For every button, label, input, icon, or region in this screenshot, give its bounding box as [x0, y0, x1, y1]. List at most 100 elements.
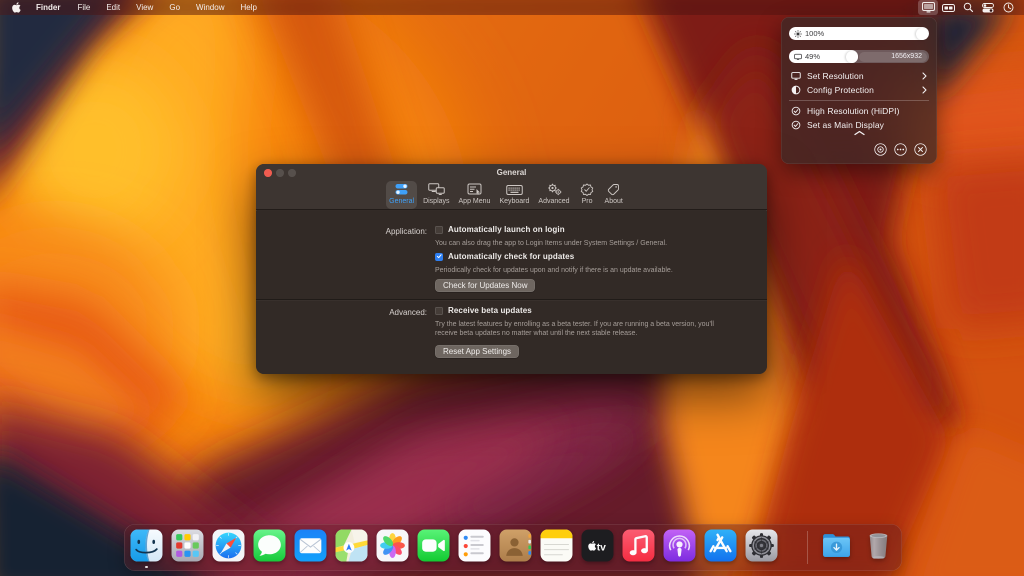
- launch-on-login-row[interactable]: Automatically launch on login: [435, 225, 565, 234]
- chevron-right-icon: [922, 86, 927, 94]
- settings-content: Application: Automatically launch on log…: [256, 211, 767, 374]
- more-button[interactable]: [894, 143, 907, 156]
- chevron-right-icon: [922, 72, 927, 80]
- status-dummy-display-icon[interactable]: [938, 0, 958, 15]
- display-icon: [791, 72, 801, 80]
- panel-separator: [789, 99, 929, 101]
- checkbox-unchecked[interactable]: [435, 225, 443, 234]
- apple-menu[interactable]: [5, 2, 27, 13]
- status-control-center-icon[interactable]: [978, 0, 998, 15]
- menu-item-high-resolution[interactable]: High Resolution (HiDPI): [789, 104, 929, 118]
- gears-icon: [545, 183, 562, 196]
- beta-updates-row[interactable]: Receive beta updates: [435, 306, 532, 315]
- display-menu-panel: 100% 49% 1656x932 Set Resolution Config …: [781, 17, 937, 164]
- menubar-item-view[interactable]: View: [128, 3, 161, 12]
- dock-icon-music[interactable]: [622, 529, 655, 562]
- tab-label: Displays: [423, 197, 450, 205]
- dock-icon-launchpad[interactable]: [171, 529, 204, 562]
- dock-icon-trash[interactable]: [862, 529, 895, 562]
- reset-settings-button[interactable]: Reset App Settings: [435, 345, 520, 358]
- tab-label: Advanced: [538, 197, 570, 205]
- menubar-item-file[interactable]: File: [69, 3, 98, 12]
- menu-item-label: Set as Main Display: [807, 120, 885, 130]
- tab-app-menu[interactable]: App Menu: [456, 181, 494, 209]
- dock-icon-contacts[interactable]: [499, 529, 532, 562]
- beta-note: Try the latest features by enrolling as …: [435, 321, 714, 337]
- menu-item-label: High Resolution (HiDPI): [807, 106, 900, 116]
- menubar-item-window[interactable]: Window: [188, 3, 232, 12]
- status-spotlight-icon[interactable]: [958, 0, 978, 15]
- resolution-scale-value: 49%: [805, 52, 821, 61]
- shield-icon: [791, 85, 801, 95]
- apple-icon: [11, 2, 21, 13]
- panel-footer: [874, 143, 927, 156]
- settings-window: General General Displays App Menu Keyboa…: [256, 164, 767, 374]
- launch-note: You can also drag the app to Login Items…: [435, 240, 668, 247]
- tab-keyboard[interactable]: Keyboard: [496, 181, 532, 209]
- dock: tv: [124, 524, 902, 571]
- brightness-icon: [794, 29, 802, 38]
- dock-icon-podcasts[interactable]: [663, 529, 696, 562]
- slider-knob[interactable]: [846, 50, 858, 63]
- dock-separator: [807, 531, 808, 564]
- dock-icon-photos[interactable]: [376, 529, 409, 562]
- tab-pro[interactable]: Pro: [576, 181, 599, 209]
- tag-icon: [605, 183, 622, 196]
- dock-icon-downloads[interactable]: [820, 529, 853, 562]
- menu-item-label: Config Protection: [807, 85, 874, 95]
- menu-bar: Finder File Edit View Go Window Help: [0, 0, 1024, 15]
- dock-icon-app-store[interactable]: [704, 529, 737, 562]
- check-updates-button[interactable]: Check for Updates Now: [435, 279, 536, 292]
- tab-label: About: [604, 197, 623, 205]
- application-section-label: Application:: [385, 227, 427, 236]
- dock-icon-tv[interactable]: tv: [581, 529, 614, 562]
- tab-general[interactable]: General: [386, 181, 418, 209]
- tab-about[interactable]: About: [602, 181, 626, 209]
- menu-item-config-protection[interactable]: Config Protection: [789, 83, 929, 97]
- tab-advanced[interactable]: Advanced: [535, 181, 572, 209]
- desktop: Finder File Edit View Go Window Help 100…: [0, 0, 1024, 576]
- title-bar[interactable]: General General Displays App Menu Keyboa…: [256, 164, 767, 210]
- check-circle-icon: [791, 106, 801, 116]
- advanced-section-label: Advanced:: [389, 308, 427, 317]
- seal-check-icon: [579, 183, 596, 196]
- menu-item-label: Set Resolution: [807, 71, 864, 81]
- status-clock-icon[interactable]: [998, 0, 1018, 15]
- brightness-value: 100%: [805, 29, 825, 38]
- dock-icon-system-settings[interactable]: [745, 529, 778, 562]
- dock-icon-mail[interactable]: [294, 529, 327, 562]
- menubar-app-name[interactable]: Finder: [27, 3, 69, 12]
- finder-running-indicator: [145, 565, 148, 568]
- toolbar-tabs: General Displays App Menu Keyboard Advan…: [256, 181, 767, 209]
- tab-label: App Menu: [458, 197, 491, 205]
- check-circle-icon: [791, 120, 801, 130]
- display-icon: [794, 53, 802, 60]
- displays-icon: [428, 183, 445, 196]
- dock-icon-safari[interactable]: [212, 529, 245, 562]
- dock-icon-reminders[interactable]: [458, 529, 491, 562]
- collapse-button[interactable]: [781, 130, 937, 136]
- section-separator: [256, 299, 767, 300]
- tab-displays[interactable]: Displays: [420, 181, 452, 209]
- resolution-slider[interactable]: 49% 1656x932: [789, 50, 929, 63]
- status-display-icon[interactable]: [918, 0, 938, 15]
- tab-label: Keyboard: [499, 197, 530, 205]
- menubar-item-help[interactable]: Help: [232, 3, 264, 12]
- dock-icon-notes[interactable]: [540, 529, 573, 562]
- record-button[interactable]: [874, 143, 887, 156]
- slider-knob[interactable]: [916, 27, 928, 40]
- menubar-item-go[interactable]: Go: [161, 3, 188, 12]
- menubar-item-edit[interactable]: Edit: [98, 3, 128, 12]
- dock-icon-maps[interactable]: [335, 529, 368, 562]
- close-button[interactable]: [914, 143, 927, 156]
- checkbox-unchecked[interactable]: [435, 306, 443, 315]
- menu-item-set-resolution[interactable]: Set Resolution: [789, 69, 929, 83]
- dock-icon-facetime[interactable]: [417, 529, 450, 562]
- brightness-slider[interactable]: 100%: [789, 27, 929, 40]
- keyboard-icon: [506, 183, 523, 196]
- checkbox-checked[interactable]: [435, 252, 443, 261]
- dock-icon-finder[interactable]: [130, 529, 163, 562]
- dock-icon-messages[interactable]: [253, 529, 286, 562]
- svg-text:tv: tv: [596, 543, 605, 554]
- check-updates-row[interactable]: Automatically check for updates: [435, 252, 574, 261]
